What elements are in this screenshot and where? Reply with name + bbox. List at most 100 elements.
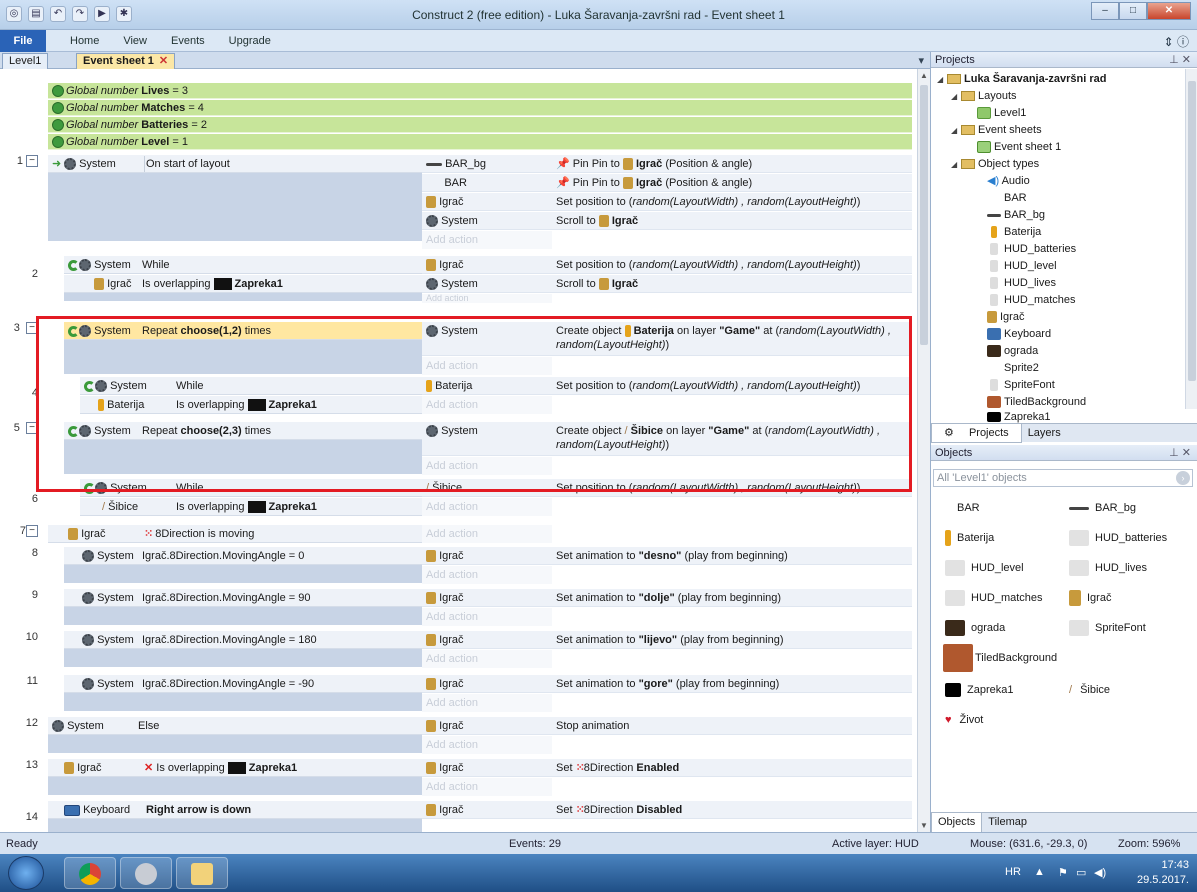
action-row[interactable]: System Create object Baterija on layer "G…: [422, 322, 912, 356]
event-condition-area[interactable]: [64, 693, 422, 711]
object-hud-level[interactable]: HUD_level: [945, 553, 1024, 583]
objects-filter[interactable]: All 'Level1' objects ›: [933, 469, 1193, 487]
event-condition[interactable]: / Šibice Is overlapping Zapreka1: [80, 498, 422, 516]
object-spritefont[interactable]: SpriteFont: [1069, 613, 1146, 643]
action-row[interactable]: BAR 📌 Pin Pin to Igrač (Position & angle): [422, 174, 912, 192]
event-condition[interactable]: Igrač Is overlapping Zapreka1: [64, 275, 422, 293]
tree-object[interactable]: Baterija: [987, 224, 1041, 241]
volume-icon[interactable]: ◀): [1094, 866, 1106, 879]
action-row[interactable]: Igrač Set position to (random(LayoutWidth…: [422, 256, 912, 274]
taskbar-chrome[interactable]: [64, 857, 116, 889]
collapse-toggle-icon[interactable]: −: [26, 322, 38, 335]
project-tree-scrollbar[interactable]: [1185, 69, 1197, 409]
tab-level1[interactable]: Level1: [2, 53, 49, 69]
event-condition-area[interactable]: [64, 340, 422, 374]
file-menu-button[interactable]: File: [0, 30, 46, 52]
add-action-link[interactable]: Add action: [422, 396, 552, 414]
event-condition-area[interactable]: [64, 565, 422, 583]
pin-close-icons[interactable]: ⊥ ✕: [1169, 52, 1191, 68]
event-condition[interactable]: Igrač ✕ Is overlapping Zapreka1: [48, 759, 422, 777]
add-action-link[interactable]: Add action: [422, 608, 552, 626]
action-center-icon[interactable]: ⚑: [1058, 866, 1068, 879]
language-indicator[interactable]: HR: [1005, 866, 1021, 878]
filter-options-icon[interactable]: ›: [1176, 471, 1190, 485]
action-row[interactable]: System Scroll to Igrač: [422, 275, 912, 293]
event-condition-area[interactable]: [64, 649, 422, 667]
tree-layouts-folder[interactable]: ◢ Layouts: [951, 88, 1017, 105]
add-action-link[interactable]: Add action: [422, 778, 552, 796]
ribbon-tab-view[interactable]: View: [111, 30, 159, 52]
tree-object[interactable]: HUD_lives: [987, 275, 1056, 292]
action-row[interactable]: Igrač Set animation to "dolje" (play from…: [422, 589, 912, 607]
tree-item-event-sheet-1[interactable]: Event sheet 1: [977, 139, 1061, 156]
event-condition-area[interactable]: [48, 735, 422, 753]
object-zapreka1[interactable]: Zapreka1: [945, 675, 1013, 705]
event-condition[interactable]: System Else: [48, 717, 422, 735]
action-row[interactable]: Igrač Set animation to "gore" (play from …: [422, 675, 912, 693]
event-condition[interactable]: System While: [80, 479, 422, 497]
action-row[interactable]: Igrač Set ⁙8Direction Disabled: [422, 801, 912, 819]
object-tiledbackground[interactable]: TiledBackground: [943, 643, 1057, 673]
maximize-button[interactable]: □: [1119, 2, 1147, 20]
tree-object[interactable]: HUD_level: [987, 258, 1057, 275]
tray-expand-icon[interactable]: ▲: [1034, 866, 1045, 878]
action-row[interactable]: Igrač Set position to (random(LayoutWidth…: [422, 193, 912, 211]
ribbon-tab-events[interactable]: Events: [159, 30, 217, 52]
tree-event-sheets-folder[interactable]: ◢ Event sheets: [951, 122, 1042, 139]
add-action-link[interactable]: Add action: [422, 525, 552, 543]
tree-object[interactable]: ◀) Audio: [987, 173, 1030, 190]
event-condition[interactable]: System While: [64, 256, 422, 274]
add-action-link[interactable]: Add action: [422, 231, 552, 249]
tree-object[interactable]: Zapreka1: [987, 411, 1050, 423]
scrollbar-thumb[interactable]: [1188, 81, 1196, 381]
tree-object[interactable]: HUD_batteries: [987, 241, 1076, 258]
close-tab-icon[interactable]: ✕: [159, 55, 168, 67]
global-variable-batteries[interactable]: Global number Batteries = 2: [48, 117, 912, 133]
close-button[interactable]: ✕: [1147, 2, 1191, 20]
action-row[interactable]: Igrač Set ⁙8Direction Enabled: [422, 759, 912, 777]
network-icon[interactable]: ▭: [1076, 866, 1086, 879]
event-condition[interactable]: Igrač ⁙ 8Direction is moving: [48, 525, 422, 543]
action-row[interactable]: Igrač Set animation to "lijevo" (play fro…: [422, 631, 912, 649]
tab-projects[interactable]: ⚙ Projects: [931, 424, 1022, 443]
event-condition-area[interactable]: [64, 607, 422, 625]
tree-object[interactable]: SpriteFont: [987, 377, 1055, 394]
tab-objects[interactable]: Objects: [931, 813, 983, 833]
project-tree[interactable]: ◢ Luka Šaravanja-završni rad ◢ Layouts Lev…: [931, 69, 1185, 423]
ribbon-tab-upgrade[interactable]: Upgrade: [217, 30, 283, 52]
object-hud-matches[interactable]: HUD_matches: [945, 583, 1043, 613]
action-row[interactable]: Igrač Set animation to "desno" (play from…: [422, 547, 912, 565]
action-row[interactable]: System Scroll to Igrač: [422, 212, 912, 230]
event-condition[interactable]: System Igrač.8Direction.MovingAngle = 0: [64, 547, 422, 565]
object-igrac[interactable]: Igrač: [1069, 583, 1111, 613]
tree-object-types-folder[interactable]: ◢ Object types: [951, 156, 1039, 173]
ribbon-expand-icon[interactable]: ⇕: [1164, 35, 1174, 49]
action-row[interactable]: / Šibice Set position to (random(LayoutWi…: [422, 479, 912, 497]
tab-list-dropdown-icon[interactable]: ▾: [918, 54, 924, 67]
event-condition[interactable]: ➜ System On start of layout: [48, 155, 422, 173]
collapse-toggle-icon[interactable]: −: [26, 422, 38, 435]
add-action-link[interactable]: Add action: [422, 457, 552, 475]
add-action-link[interactable]: Add action: [422, 736, 552, 754]
tree-object[interactable]: Igrač: [987, 309, 1024, 326]
action-row[interactable]: System Create object / Šibice on layer "G…: [422, 422, 912, 456]
global-variable-lives[interactable]: Global number Lives = 3: [48, 83, 912, 99]
action-row[interactable]: Baterija Set position to (random(LayoutWi…: [422, 377, 912, 395]
global-variable-level[interactable]: Global number Level = 1: [48, 134, 912, 150]
event-condition[interactable]: System Igrač.8Direction.MovingAngle = 180: [64, 631, 422, 649]
taskbar-explorer[interactable]: [176, 857, 228, 889]
add-action-link[interactable]: Add action: [422, 357, 552, 375]
object-hud-lives[interactable]: HUD_lives: [1069, 553, 1147, 583]
tab-event-sheet-1[interactable]: Event sheet 1 ✕: [76, 53, 176, 69]
collapse-toggle-icon[interactable]: −: [26, 155, 38, 168]
start-button[interactable]: [8, 856, 44, 890]
event-condition[interactable]: System While: [80, 377, 422, 395]
scrollbar-thumb[interactable]: [920, 85, 928, 345]
add-action-link[interactable]: Add action: [422, 650, 552, 668]
tree-object[interactable]: Keyboard: [987, 326, 1051, 343]
add-action-link[interactable]: Add action: [422, 294, 552, 303]
global-variable-matches[interactable]: Global number Matches = 4: [48, 100, 912, 116]
event-condition-area[interactable]: [48, 819, 422, 832]
object-zivot[interactable]: ♥ Život: [945, 705, 983, 735]
event-condition[interactable]: System Repeat choose(1,2) times: [64, 322, 422, 340]
